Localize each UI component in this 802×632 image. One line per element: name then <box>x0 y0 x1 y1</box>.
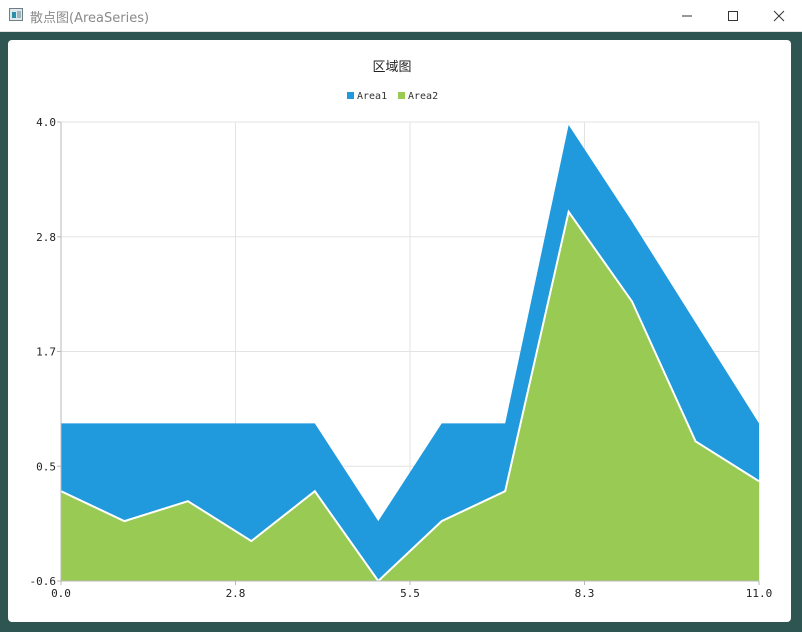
chart-title: 区域图 <box>372 60 411 75</box>
y-tick-label: -0.6 <box>30 575 57 588</box>
legend-swatch-area1 <box>347 92 354 99</box>
x-tick-label: 2.8 <box>226 587 246 600</box>
close-button[interactable] <box>756 0 802 31</box>
y-tick-label: 1.7 <box>36 346 56 359</box>
window-titlebar: 散点图(AreaSeries) <box>0 0 802 32</box>
minimize-button[interactable] <box>664 0 710 31</box>
maximize-icon <box>728 10 738 21</box>
window-title: 散点图(AreaSeries) <box>30 11 150 26</box>
legend-swatch-area2 <box>398 92 405 99</box>
minimize-icon <box>682 15 692 16</box>
chart-panel: 区域图 Area1 Area2 0.0 2.8 5.5 8.3 11.0 4.0 2.8 1.… <box>8 40 791 622</box>
close-icon <box>773 10 785 21</box>
legend-label-area1: Area1 <box>357 91 387 102</box>
x-tick-label: 8.3 <box>575 587 595 600</box>
x-tick-label: 5.5 <box>400 587 420 600</box>
y-tick-label: 0.5 <box>36 460 56 473</box>
x-tick-label: 0.0 <box>51 587 71 600</box>
maximize-button[interactable] <box>710 0 756 31</box>
y-tick-label: 2.8 <box>36 231 56 244</box>
app-icon <box>9 8 23 21</box>
area-chart: 区域图 Area1 Area2 0.0 2.8 5.5 8.3 11.0 4.0 2.8 1.… <box>30 60 773 600</box>
y-tick-label: 4.0 <box>36 116 56 129</box>
legend-label-area2: Area2 <box>408 91 438 102</box>
legend: Area1 Area2 <box>347 91 438 102</box>
x-tick-label: 11.0 <box>746 587 773 600</box>
